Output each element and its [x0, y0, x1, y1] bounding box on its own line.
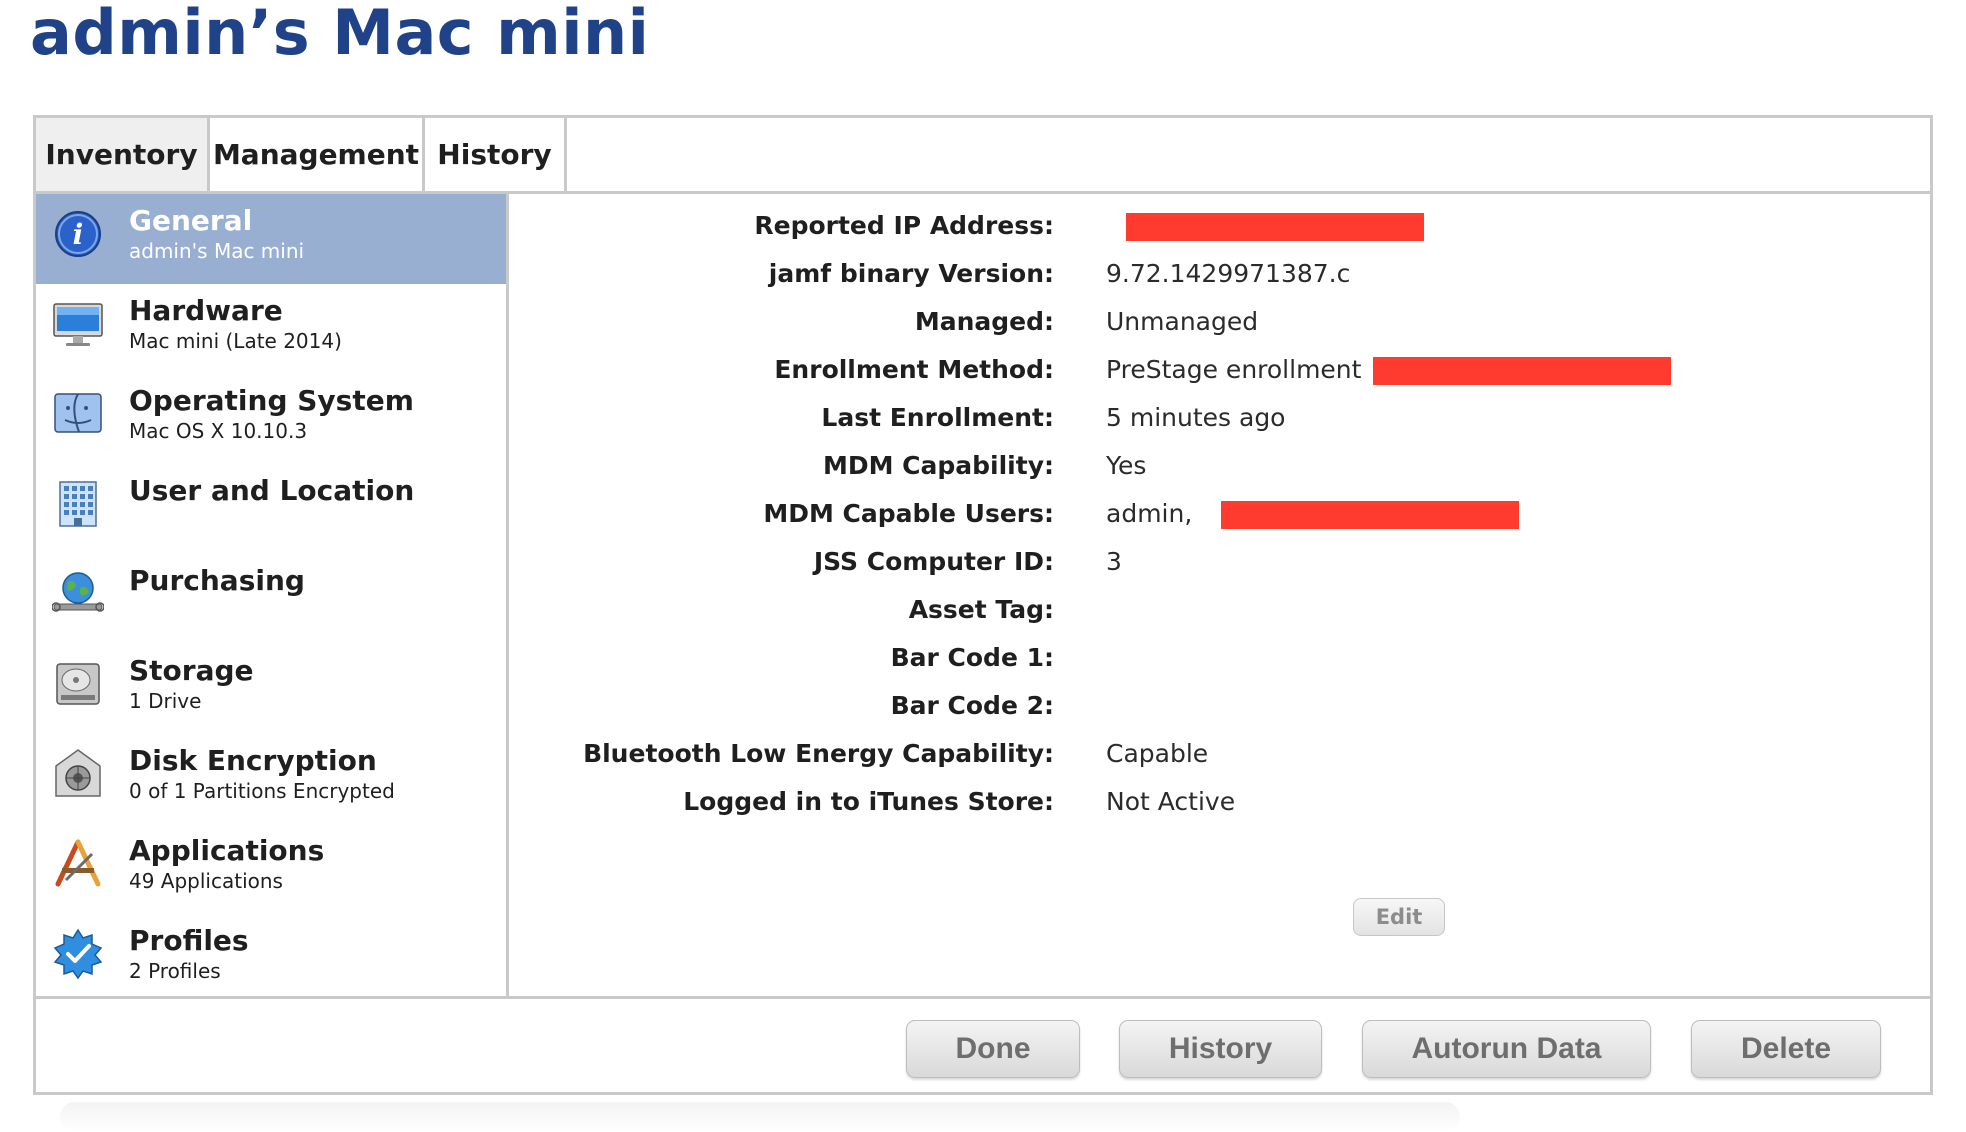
field-label: Bluetooth Low Energy Capability: — [583, 739, 1054, 768]
field-value: Yes — [1106, 451, 1147, 480]
tab-bar: Inventory Management History — [36, 118, 1930, 194]
field-value: admin, — [1106, 499, 1193, 528]
detail-row: MDM Capable Users: admin, — [509, 499, 1930, 539]
monitor-icon — [53, 303, 103, 346]
field-value: Capable — [1106, 739, 1209, 768]
detail-row: Last Enrollment: 5 minutes ago — [509, 403, 1930, 443]
detail-row: jamf binary Version: 9.72.1429971387.c — [509, 259, 1930, 299]
field-value: Not Active — [1106, 787, 1236, 816]
detail-row: Bar Code 2: — [509, 691, 1930, 731]
lock-vault-icon — [55, 749, 101, 797]
drop-shadow — [60, 1102, 1460, 1132]
field-label: MDM Capable Users: — [763, 499, 1054, 528]
redaction-bar — [1126, 213, 1424, 241]
detail-row: Reported IP Address: — [509, 211, 1930, 251]
field-label: Enrollment Method: — [774, 355, 1054, 384]
sidebar-item-applications[interactable]: Applications 49 Applications — [36, 824, 506, 914]
detail-row: JSS Computer ID: 3 — [509, 547, 1930, 587]
sidebar-item-title: Disk Encryption — [129, 744, 377, 777]
hard-drive-icon — [56, 663, 100, 705]
detail-row: Asset Tag: — [509, 595, 1930, 635]
svg-text:i: i — [73, 218, 84, 251]
globe-wrench-icon — [52, 572, 104, 612]
field-label: MDM Capability: — [822, 451, 1054, 480]
app-store-icon — [55, 839, 101, 887]
finder-icon — [54, 393, 102, 433]
sidebar-item-subtitle: Mac OS X 10.10.3 — [129, 419, 308, 443]
computer-record-panel: Inventory Management History i General a… — [33, 115, 1933, 1095]
action-footer: Done History Autorun Data Delete — [36, 996, 1930, 1092]
detail-row: Bluetooth Low Energy Capability: Capable — [509, 739, 1930, 779]
field-value: 5 minutes ago — [1106, 403, 1286, 432]
tab-management[interactable]: Management — [210, 118, 425, 191]
redaction-bar — [1373, 357, 1671, 385]
sidebar-item-title: Profiles — [129, 924, 249, 957]
sidebar-item-subtitle: 49 Applications — [129, 869, 283, 893]
delete-button[interactable]: Delete — [1691, 1020, 1881, 1078]
field-label: Bar Code 2: — [890, 691, 1054, 720]
field-label: JSS Computer ID: — [813, 547, 1054, 576]
info-icon: i — [55, 211, 101, 257]
field-label: Reported IP Address: — [754, 211, 1054, 240]
field-label: Last Enrollment: — [821, 403, 1054, 432]
detail-row: Bar Code 1: — [509, 643, 1930, 683]
tab-inventory[interactable]: Inventory — [36, 118, 210, 191]
autorun-data-button[interactable]: Autorun Data — [1362, 1020, 1651, 1078]
field-label: Managed: — [914, 307, 1054, 336]
building-icon — [59, 481, 97, 527]
page-title: admin’s Mac mini — [30, 0, 650, 69]
sidebar-item-subtitle: admin's Mac mini — [129, 239, 305, 263]
field-value: 3 — [1106, 547, 1122, 576]
field-value: 9.72.1429971387.c — [1106, 259, 1351, 288]
sidebar-item-title: Hardware — [129, 294, 283, 327]
sidebar-item-subtitle: 2 Profiles — [129, 959, 221, 983]
sidebar-item-profiles[interactable]: Profiles 2 Profiles — [36, 914, 506, 1004]
edit-button[interactable]: Edit — [1353, 898, 1445, 936]
sidebar-item-title: Storage — [129, 654, 254, 687]
field-value: PreStage enrollment — [1106, 355, 1362, 384]
tab-history[interactable]: History — [425, 118, 567, 191]
sidebar-item-title: Purchasing — [129, 564, 305, 597]
detail-row: Logged in to iTunes Store: Not Active — [509, 787, 1930, 827]
sidebar-item-title: General — [129, 204, 253, 237]
field-label: Asset Tag: — [908, 595, 1054, 624]
field-value: Unmanaged — [1106, 307, 1259, 336]
history-button[interactable]: History — [1119, 1020, 1322, 1078]
done-button[interactable]: Done — [906, 1020, 1080, 1078]
detail-row: Enrollment Method: PreStage enrollment — [509, 355, 1930, 395]
verified-badge-icon — [53, 928, 103, 980]
sidebar-item-subtitle: Mac mini (Late 2014) — [129, 329, 342, 353]
field-label: Bar Code 1: — [890, 643, 1054, 672]
field-label: Logged in to iTunes Store: — [683, 787, 1054, 816]
general-details: Reported IP Address: jamf binary Version… — [509, 194, 1930, 996]
detail-row: Managed: Unmanaged — [509, 307, 1930, 347]
sidebar-item-subtitle: 1 Drive — [129, 689, 202, 713]
detail-row: MDM Capability: Yes — [509, 451, 1930, 491]
redaction-bar — [1221, 501, 1519, 529]
sidebar-item-title: Applications — [129, 834, 325, 867]
field-label: jamf binary Version: — [768, 259, 1054, 288]
